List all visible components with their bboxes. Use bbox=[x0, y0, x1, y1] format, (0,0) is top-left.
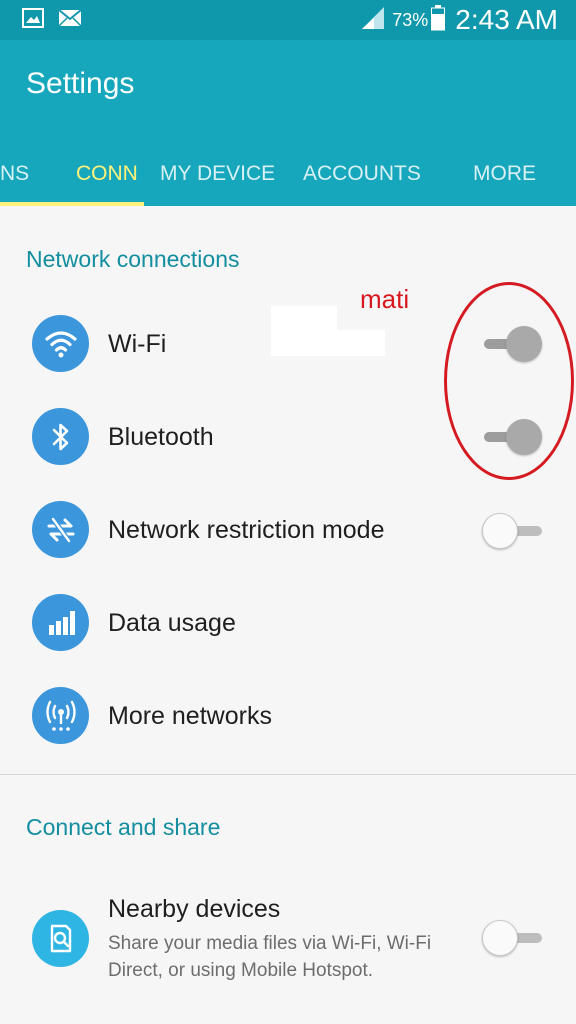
tab-bar: NS CONN MY DEVICE ACCOUNTS MORE bbox=[0, 144, 576, 206]
gallery-icon bbox=[22, 8, 44, 33]
nearby-devices-label: Nearby devices bbox=[108, 895, 281, 923]
toggle-thumb bbox=[482, 920, 518, 956]
annotation-label: mati bbox=[360, 284, 410, 314]
email-icon bbox=[58, 8, 82, 33]
wifi-label: Wi-Fi bbox=[108, 330, 167, 358]
setting-row-data-usage[interactable]: Data usage bbox=[0, 576, 576, 669]
settings-list: Network connections Wi-Fi Bluetooth Netw… bbox=[0, 206, 576, 1024]
toggle-thumb bbox=[482, 513, 518, 549]
tab-my-device[interactable]: MY DEVICE bbox=[160, 144, 275, 206]
wifi-icon bbox=[32, 315, 89, 372]
status-bar: 73% 2:43 AM bbox=[0, 0, 576, 40]
battery-icon bbox=[431, 4, 446, 36]
clock: 2:43 AM bbox=[455, 4, 558, 35]
cell-signal-icon bbox=[360, 5, 386, 36]
more-networks-label: More networks bbox=[108, 702, 272, 730]
section-header-network-connections: Network connections bbox=[26, 246, 240, 272]
network-restriction-icon bbox=[32, 501, 89, 558]
nearby-devices-toggle[interactable] bbox=[482, 918, 544, 958]
setting-row-network-restriction[interactable]: Network restriction mode bbox=[0, 483, 576, 576]
data-usage-label: Data usage bbox=[108, 609, 236, 637]
app-bar: Settings NS CONN MY DEVICE ACCOUNTS MORE bbox=[0, 40, 576, 206]
setting-row-nearby-devices[interactable]: Nearby devices Share your media files vi… bbox=[0, 886, 576, 996]
status-notifications bbox=[22, 8, 82, 33]
bluetooth-icon bbox=[32, 408, 89, 465]
tab-more[interactable]: MORE bbox=[473, 144, 536, 206]
annotation-ellipse bbox=[444, 282, 574, 480]
bluetooth-label: Bluetooth bbox=[108, 423, 214, 451]
redaction-patch bbox=[337, 330, 385, 356]
redaction-patch bbox=[271, 306, 337, 356]
page-title: Settings bbox=[26, 67, 135, 100]
data-usage-icon bbox=[32, 594, 89, 651]
tab-connections[interactable]: CONN bbox=[76, 144, 140, 206]
tab-accounts[interactable]: ACCOUNTS bbox=[303, 144, 421, 206]
network-restriction-toggle[interactable] bbox=[482, 511, 544, 551]
status-system: 73% 2:43 AM bbox=[360, 3, 558, 37]
setting-row-more-networks[interactable]: More networks bbox=[0, 669, 576, 762]
nearby-devices-description: Share your media files via Wi-Fi, Wi-Fi … bbox=[108, 933, 432, 981]
section-divider bbox=[0, 774, 576, 775]
network-restriction-label: Network restriction mode bbox=[108, 516, 385, 544]
more-networks-icon bbox=[32, 687, 89, 744]
nearby-devices-icon bbox=[32, 910, 89, 967]
section-header-connect-and-share: Connect and share bbox=[26, 814, 221, 840]
battery-percent: 73% bbox=[392, 9, 429, 30]
tab-partial-left[interactable]: NS bbox=[0, 144, 30, 206]
